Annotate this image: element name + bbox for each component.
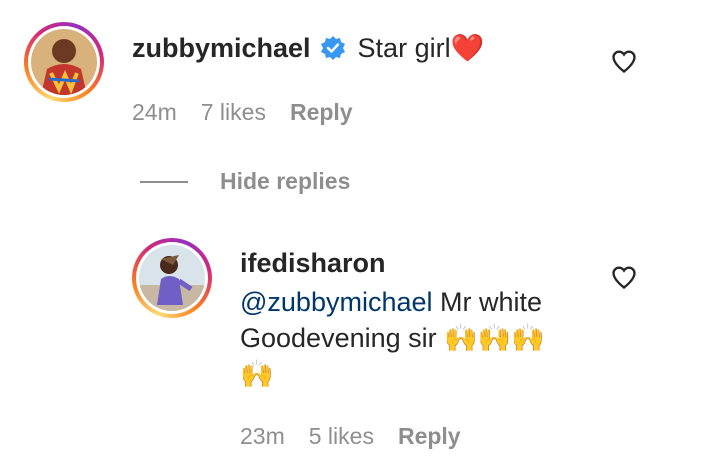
comment-text: Star girl❤️ — [357, 33, 485, 63]
comment-likes[interactable]: 7 likes — [201, 99, 266, 126]
hide-replies-toggle[interactable]: Hide replies — [140, 168, 350, 195]
avatar-ifedisharon[interactable] — [132, 238, 212, 318]
reply-text-line1: Mr white — [432, 287, 543, 317]
thread-divider-line — [140, 180, 188, 183]
mention-link[interactable]: @zubbymichael — [240, 287, 433, 317]
hide-replies-label: Hide replies — [220, 168, 351, 194]
comment-time: 24m — [132, 99, 177, 125]
avatar-photo — [31, 29, 97, 95]
reply-button[interactable]: Reply — [398, 423, 461, 450]
comment-likes[interactable]: 5 likes — [309, 423, 374, 450]
verified-badge-icon — [320, 35, 346, 61]
avatar-zubbymichael[interactable] — [24, 22, 104, 102]
reply-username[interactable]: ifedisharon — [240, 248, 386, 279]
reply-button[interactable]: Reply — [290, 99, 353, 126]
comment-time: 23m — [240, 423, 285, 449]
reply-text-line3: 🙌 — [240, 359, 274, 389]
reply-text: @zubbymichael Mr white Goodevening sir 🙌… — [240, 284, 600, 392]
avatar-photo — [139, 245, 205, 311]
like-heart-icon[interactable] — [610, 47, 638, 75]
like-heart-icon[interactable] — [610, 263, 638, 291]
comment-username[interactable]: zubbymichael — [132, 33, 311, 64]
reply-text-line2: Goodevening sir 🙌🙌🙌 — [240, 323, 545, 353]
